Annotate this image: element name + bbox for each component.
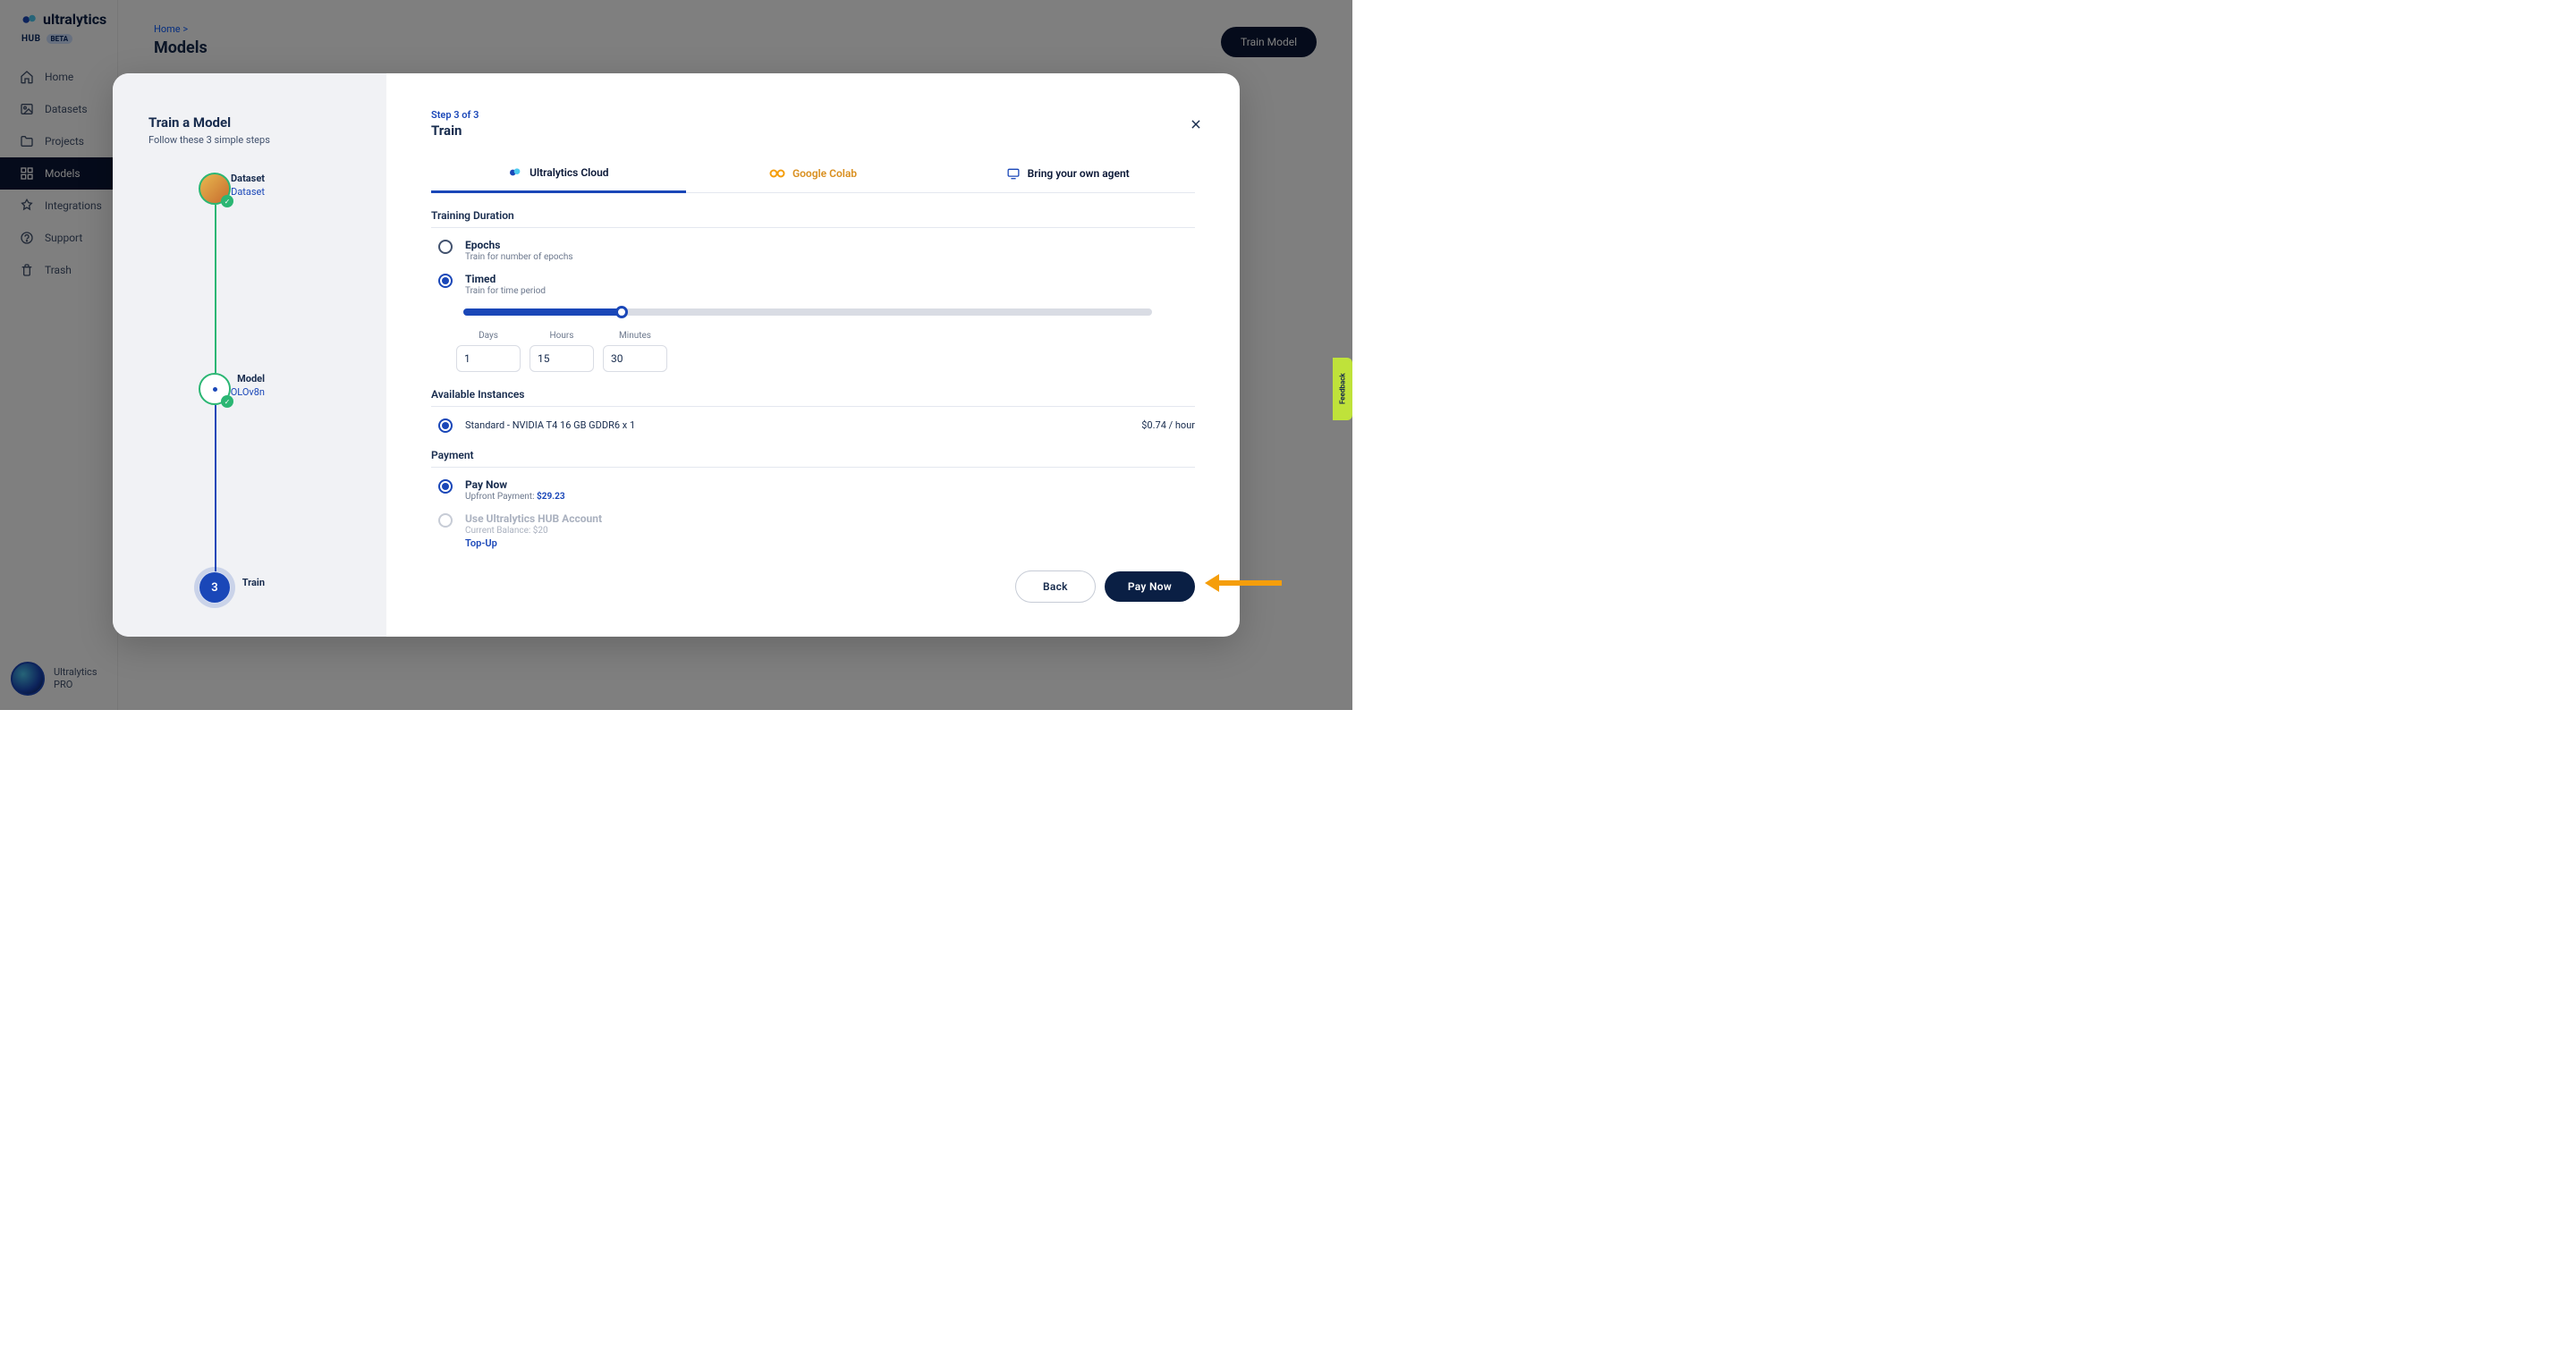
- cloud-icon: [508, 165, 522, 180]
- radio-icon[interactable]: [438, 513, 453, 528]
- radio-icon[interactable]: [438, 274, 453, 288]
- radio-epochs[interactable]: Epochs Train for number of epochs: [438, 239, 1195, 262]
- radio-icon[interactable]: [438, 418, 453, 433]
- back-button[interactable]: Back: [1015, 570, 1096, 603]
- radio-timed[interactable]: Timed Train for time period: [438, 273, 1195, 296]
- hours-input[interactable]: [530, 345, 594, 372]
- modal-left-title: Train a Model: [148, 114, 351, 131]
- step-indicator: Step 3 of 3: [431, 109, 1195, 121]
- close-button[interactable]: [1186, 114, 1206, 134]
- instance-price: $0.74 / hour: [1141, 419, 1195, 431]
- check-icon: ✓: [221, 195, 233, 207]
- step-title: Train: [431, 123, 1195, 139]
- feedback-tab[interactable]: Feedback: [1333, 358, 1352, 420]
- step-node-train[interactable]: 3: [199, 571, 231, 604]
- top-up-link[interactable]: Top-Up: [465, 537, 602, 549]
- step-label-model: Model YOLOv8n: [225, 373, 265, 398]
- modal-left-subtitle: Follow these 3 simple steps: [148, 134, 351, 146]
- check-icon: ✓: [221, 395, 233, 408]
- stepper: Dataset My Dataset ✓ Model YOLOv8n ✓ Tra…: [148, 173, 351, 602]
- section-training-duration: Training Duration: [431, 209, 1195, 228]
- colab-icon: [769, 168, 785, 179]
- train-modal: Train a Model Follow these 3 simple step…: [113, 73, 1240, 637]
- radio-icon[interactable]: [438, 240, 453, 254]
- tab-bring-your-own-agent[interactable]: Bring your own agent: [940, 158, 1195, 192]
- tab-google-colab[interactable]: Google Colab: [686, 158, 941, 192]
- agent-icon: [1006, 168, 1021, 180]
- days-label: Days: [479, 331, 498, 341]
- train-tabs: Ultralytics Cloud Google Colab Bring you…: [431, 158, 1195, 193]
- hours-label: Hours: [550, 331, 574, 341]
- radio-icon[interactable]: [438, 479, 453, 494]
- step-node-dataset[interactable]: ✓: [199, 173, 231, 205]
- instance-row[interactable]: Standard - NVIDIA T4 16 GB GDDR6 x 1 $0.…: [438, 418, 1195, 433]
- minutes-input[interactable]: [603, 345, 667, 372]
- section-available-instances: Available Instances: [431, 388, 1195, 407]
- modal-stepper-panel: Train a Model Follow these 3 simple step…: [113, 73, 386, 637]
- slider-thumb[interactable]: [615, 306, 628, 318]
- radio-pay-now[interactable]: Pay Now Upfront Payment: $29.23: [438, 478, 1195, 502]
- radio-use-hub-account[interactable]: Use Ultralytics HUB Account Current Bala…: [438, 512, 1195, 549]
- section-payment: Payment: [431, 449, 1195, 468]
- modal-content: Step 3 of 3 Train Ultralytics Cloud Goog…: [386, 73, 1240, 637]
- time-inputs: Days Hours Minutes: [456, 325, 1195, 372]
- tab-ultralytics-cloud[interactable]: Ultralytics Cloud: [431, 158, 686, 193]
- step-label-train: Train: [242, 577, 265, 588]
- pay-now-button[interactable]: Pay Now: [1105, 571, 1195, 602]
- modal-actions: Back Pay Now: [1015, 570, 1195, 603]
- step-node-model[interactable]: ✓: [199, 373, 231, 405]
- days-input[interactable]: [456, 345, 521, 372]
- duration-slider[interactable]: [463, 308, 1152, 316]
- minutes-label: Minutes: [619, 331, 651, 341]
